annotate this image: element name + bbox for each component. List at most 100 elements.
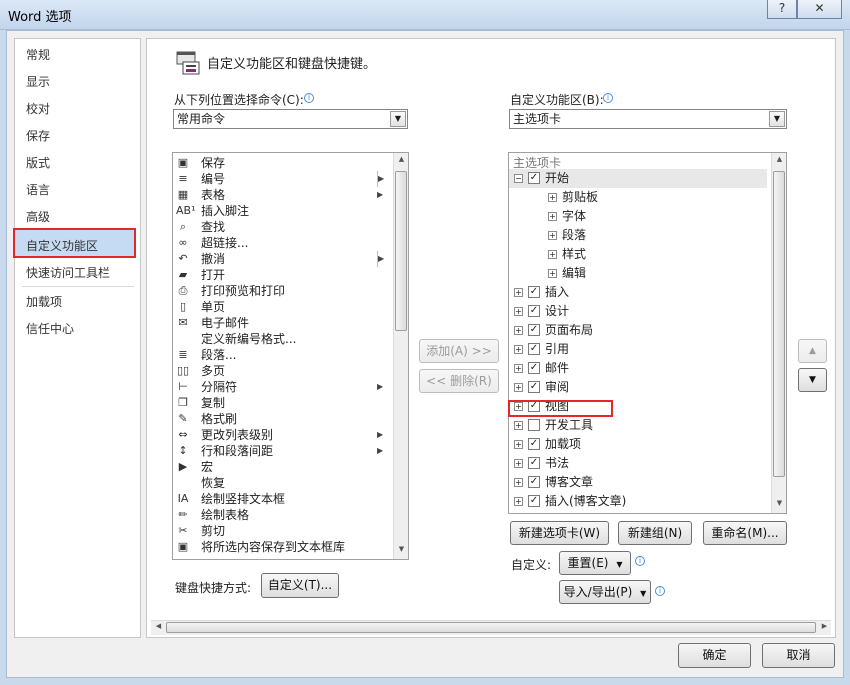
- checkbox-checked[interactable]: ✓: [528, 362, 540, 374]
- checkbox-checked[interactable]: ✓: [528, 438, 540, 450]
- command-item[interactable]: ▯ 单页: [173, 299, 388, 315]
- remove-button[interactable]: << 删除(R): [419, 369, 499, 393]
- command-item[interactable]: IA 绘制竖排文本框: [173, 491, 388, 507]
- tree-node[interactable]: + 字体: [509, 207, 767, 226]
- expand-icon[interactable]: +: [514, 459, 523, 468]
- command-item[interactable]: ▯▯ 多页: [173, 363, 388, 379]
- tree-node[interactable]: + ✓ 引用: [509, 340, 767, 359]
- ok-button[interactable]: 确定: [678, 643, 751, 668]
- scroll-down-arrow-icon[interactable]: ▼: [394, 545, 409, 553]
- expand-icon[interactable]: +: [548, 231, 557, 240]
- content-hscrollbar[interactable]: ◀ ▶: [151, 620, 831, 635]
- info-icon[interactable]: i: [304, 93, 314, 103]
- nav-item[interactable]: 语言: [26, 181, 50, 198]
- nav-item[interactable]: 信任中心: [26, 320, 74, 337]
- tree-node[interactable]: + 样式: [509, 245, 767, 264]
- command-item[interactable]: ▣ 将所选内容保存到文本框库: [173, 539, 388, 555]
- info-icon[interactable]: i: [635, 556, 645, 566]
- nav-item[interactable]: 保存: [26, 127, 50, 144]
- scroll-left-arrow-icon[interactable]: ◀: [151, 622, 166, 630]
- expand-icon[interactable]: +: [514, 497, 523, 506]
- nav-item[interactable]: 快速访问工具栏: [26, 264, 110, 281]
- tree-node[interactable]: + ✓ 审阅: [509, 378, 767, 397]
- checkbox-checked[interactable]: ✓: [528, 343, 540, 355]
- expand-icon[interactable]: +: [514, 364, 523, 373]
- chevron-down-icon[interactable]: ▼: [390, 111, 406, 127]
- help-button[interactable]: ?: [767, 0, 797, 19]
- expand-icon[interactable]: +: [548, 269, 557, 278]
- command-item[interactable]: ✉ 电子邮件: [173, 315, 388, 331]
- nav-item[interactable]: 版式: [26, 154, 50, 171]
- command-item[interactable]: ↶ 撤消 ▶: [173, 251, 388, 267]
- expand-icon[interactable]: +: [548, 193, 557, 202]
- command-item[interactable]: ▶ 宏: [173, 459, 388, 475]
- info-icon[interactable]: i: [603, 93, 613, 103]
- scroll-up-arrow-icon[interactable]: ▲: [772, 155, 787, 163]
- nav-item[interactable]: 校对: [26, 100, 50, 117]
- command-item[interactable]: ❐ 复制: [173, 395, 388, 411]
- cancel-button[interactable]: 取消: [762, 643, 835, 668]
- tree-node[interactable]: + ✓ 加载项: [509, 435, 767, 454]
- source-combo[interactable]: 常用命令 ▼: [173, 109, 408, 129]
- close-window-button[interactable]: ✕: [797, 0, 842, 19]
- checkbox-checked[interactable]: ✓: [528, 286, 540, 298]
- commands-list[interactable]: ▣ 保存 ≡ 编号 ▶ ▦ 表格 ▶ AB¹ 插入脚注 ⌕ 查找 ∞ 超链接... ↶ 撤消 ▶ ▰ 打开 ⎙ 打印预览…: [172, 152, 409, 560]
- checkbox-checked[interactable]: ✓: [528, 172, 540, 184]
- scroll-right-arrow-icon[interactable]: ▶: [817, 622, 832, 630]
- expand-icon[interactable]: +: [514, 478, 523, 487]
- target-combo[interactable]: 主选项卡 ▼: [509, 109, 787, 129]
- tree-node[interactable]: + ✓ 设计: [509, 302, 767, 321]
- expand-icon[interactable]: +: [514, 288, 523, 297]
- expand-icon[interactable]: +: [514, 345, 523, 354]
- tree-node[interactable]: + 开发工具: [509, 416, 767, 435]
- nav-item[interactable]: 自定义功能区: [26, 237, 98, 254]
- checkbox-unchecked[interactable]: [528, 419, 540, 431]
- command-item[interactable]: ∞ 超链接...: [173, 235, 388, 251]
- command-item[interactable]: ≡ 编号 ▶: [173, 171, 388, 187]
- expand-icon[interactable]: +: [514, 307, 523, 316]
- command-item[interactable]: ✂ 剪切: [173, 523, 388, 539]
- rename-button[interactable]: 重命名(M)...: [703, 521, 787, 545]
- command-item[interactable]: ↕ 行和段落间距 ▶: [173, 443, 388, 459]
- info-icon[interactable]: i: [655, 586, 665, 596]
- command-item[interactable]: ✏ 绘制表格: [173, 507, 388, 523]
- expand-icon[interactable]: +: [514, 421, 523, 430]
- checkbox-checked[interactable]: ✓: [528, 324, 540, 336]
- command-item[interactable]: 恢复: [173, 475, 388, 491]
- command-item[interactable]: ▣ 保存: [173, 155, 388, 171]
- command-item[interactable]: 定义新编号格式...: [173, 331, 388, 347]
- ribbon-tree[interactable]: 主选项卡 − ✓ 开始 + 剪贴板 + 字体 + 段落 + 样式 + 编辑 + ✓ 插入 + ✓ 设计 + ✓ 页面布局 +…: [508, 152, 787, 514]
- nav-item[interactable]: 常规: [26, 46, 50, 63]
- command-item[interactable]: ≣ 段落...: [173, 347, 388, 363]
- tree-node[interactable]: + ✓ 书法: [509, 454, 767, 473]
- tree-node[interactable]: + 段落: [509, 226, 767, 245]
- checkbox-checked[interactable]: ✓: [528, 495, 540, 507]
- tree-scrollbar[interactable]: ▲ ▼: [771, 153, 786, 513]
- tree-node[interactable]: + ✓ 博客文章: [509, 473, 767, 492]
- command-item[interactable]: ⇔ 更改列表级别 ▶: [173, 427, 388, 443]
- scroll-down-arrow-icon[interactable]: ▼: [772, 499, 787, 507]
- tree-node[interactable]: + ✓ 插入: [509, 283, 767, 302]
- nav-item[interactable]: 高级: [26, 208, 50, 225]
- tree-node[interactable]: + ✓ 页面布局: [509, 321, 767, 340]
- tree-node[interactable]: + 编辑: [509, 264, 767, 283]
- checkbox-checked[interactable]: ✓: [528, 457, 540, 469]
- expand-icon[interactable]: +: [514, 383, 523, 392]
- scroll-thumb[interactable]: [395, 171, 407, 331]
- collapse-icon[interactable]: −: [514, 174, 523, 183]
- import-export-button[interactable]: 导入/导出(P) ▼: [559, 580, 651, 604]
- chevron-down-icon[interactable]: ▼: [769, 111, 785, 127]
- tree-node[interactable]: − ✓ 开始: [509, 169, 767, 188]
- command-item[interactable]: ⎙ 打印预览和打印: [173, 283, 388, 299]
- move-up-button[interactable]: ▲: [798, 339, 827, 363]
- checkbox-checked[interactable]: ✓: [528, 305, 540, 317]
- command-item[interactable]: ▦ 表格 ▶: [173, 187, 388, 203]
- new-group-button[interactable]: 新建组(N): [618, 521, 692, 545]
- scroll-thumb[interactable]: [773, 171, 785, 477]
- hscroll-thumb[interactable]: [166, 622, 816, 633]
- add-button[interactable]: 添加(A) >>: [419, 339, 499, 363]
- command-item[interactable]: ✎ 格式刷: [173, 411, 388, 427]
- expand-icon[interactable]: +: [514, 326, 523, 335]
- checkbox-checked[interactable]: ✓: [528, 476, 540, 488]
- expand-icon[interactable]: +: [548, 212, 557, 221]
